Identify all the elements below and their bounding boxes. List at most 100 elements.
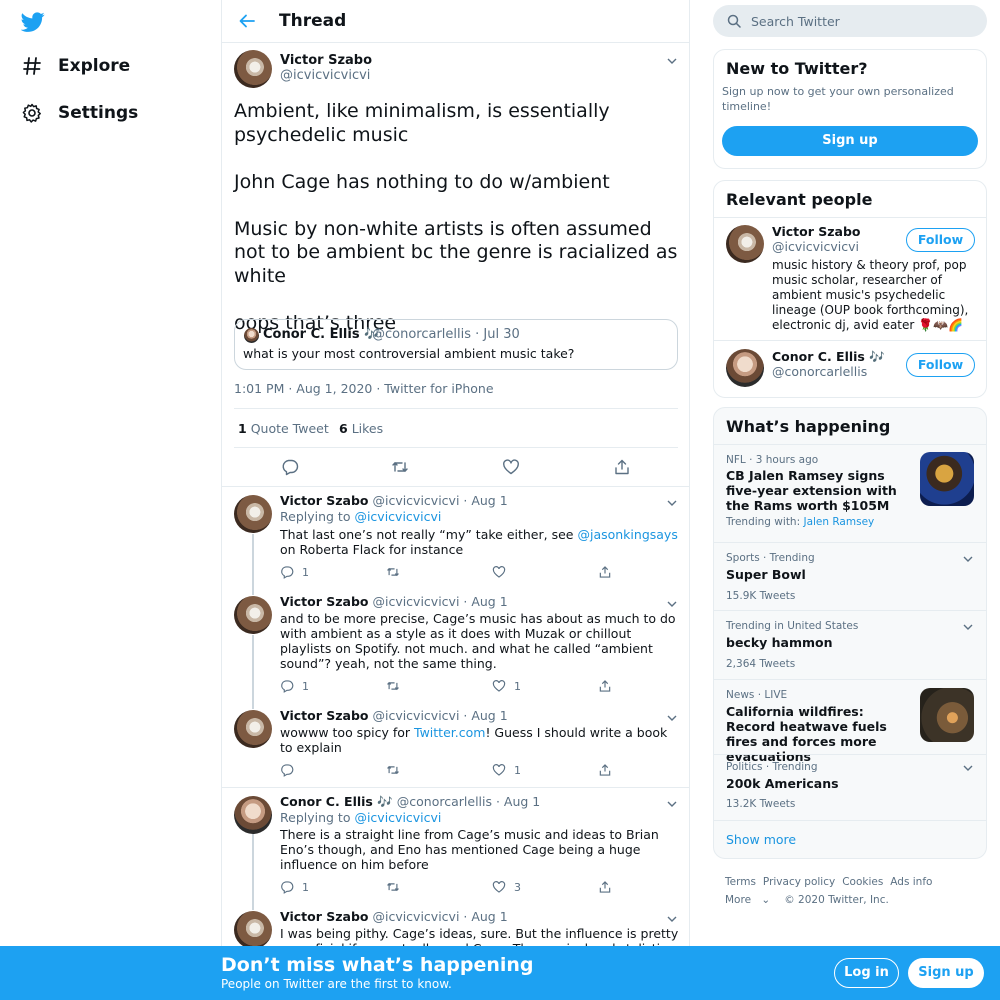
retweet-button[interactable] [386, 880, 408, 894]
retweet-icon[interactable] [391, 458, 409, 476]
share-icon [599, 680, 611, 692]
arrow-left-icon[interactable] [238, 12, 256, 30]
avatar[interactable] [726, 349, 764, 387]
share-button[interactable] [598, 880, 620, 894]
trend-item[interactable]: News · LIVE California wildfires: Record… [714, 680, 986, 764]
reply-meta: @conorcarlellis · Aug 1 [396, 794, 541, 809]
trend-item[interactable]: Politics · Trending 200k Americans 13.2K… [714, 755, 986, 820]
person-handle[interactable]: @icvicvicvicvi [772, 239, 859, 254]
avatar[interactable] [234, 911, 272, 949]
quoted-tweet-card[interactable]: Conor C. Ellis 🎶 @conorcarlellis · Jul 3… [234, 319, 678, 370]
reply-actions: 1 [280, 763, 620, 781]
footer-link-privacy[interactable]: Privacy policy [763, 876, 835, 888]
author-name[interactable]: Victor Szabo [280, 909, 368, 924]
avatar[interactable] [234, 596, 272, 634]
likes-count[interactable]: 6 Likes [339, 421, 383, 436]
person-name[interactable]: Conor C. Ellis 🎶 [772, 349, 885, 365]
footer-link-cookies[interactable]: Cookies [842, 876, 883, 888]
chevron-down-icon[interactable] [666, 913, 678, 925]
trending-link[interactable]: Jalen Ramsey [803, 516, 874, 528]
reply-tweet[interactable]: Victor Szabo @icvicvicvicvi · Aug 1 and … [222, 588, 690, 702]
like-button[interactable]: 1 [492, 763, 521, 777]
follow-button[interactable]: Follow [906, 228, 975, 252]
retweet-button[interactable] [386, 679, 408, 693]
footer-link-ads-info[interactable]: Ads info [890, 876, 932, 888]
tweet-timestamp[interactable]: 1:01 PM · Aug 1, 2020 · Twitter for iPho… [234, 381, 494, 396]
person-name[interactable]: Victor Szabo [772, 224, 860, 239]
share-icon[interactable] [613, 458, 631, 476]
chevron-down-icon[interactable] [962, 762, 974, 774]
quote-tweet-count[interactable]: 1 Quote Tweet [238, 421, 329, 436]
avatar[interactable] [726, 225, 764, 263]
like-button[interactable] [492, 565, 514, 579]
trend-item[interactable]: Trending in United States becky hammon 2… [714, 611, 986, 679]
search-input[interactable] [751, 11, 971, 31]
reply-text-part: on Roberta Flack for instance [280, 542, 464, 557]
avatar[interactable] [234, 50, 272, 88]
author-handle[interactable]: @icvicvicvicvi [280, 68, 370, 83]
bottom-bar-title: Don’t miss what’s happening [221, 954, 534, 976]
avatar[interactable] [234, 495, 272, 533]
author-name[interactable]: Victor Szabo [280, 594, 368, 609]
person-card[interactable]: Conor C. Ellis 🎶 @conorcarlellis Follow [714, 341, 986, 398]
chevron-down-icon[interactable] [666, 798, 678, 810]
reply-tweet[interactable]: Conor C. Ellis 🎶 @conorcarlellis · Aug 1… [222, 788, 690, 903]
share-button[interactable] [598, 679, 620, 693]
heart-icon [492, 680, 506, 692]
author-name[interactable]: Victor Szabo [280, 493, 368, 508]
retweet-button[interactable] [386, 565, 408, 579]
avatar[interactable] [234, 796, 272, 834]
author-name[interactable]: Conor C. Ellis 🎶 [280, 794, 393, 809]
like-count: 1 [514, 763, 521, 777]
footer-more-button[interactable]: More ⌄ [725, 894, 777, 906]
heart-icon[interactable] [502, 458, 520, 476]
thread-header: Thread [222, 0, 690, 43]
trend-tweet-count: 15.9K Tweets [726, 590, 796, 602]
footer-link-terms[interactable]: Terms [725, 876, 756, 888]
author-name[interactable]: Victor Szabo [280, 53, 372, 68]
reply-button[interactable]: 1 [280, 679, 309, 693]
mention-link[interactable]: @jasonkingsays [577, 527, 677, 542]
nav-item-settings[interactable]: Settings [22, 101, 138, 125]
chevron-down-icon[interactable] [962, 553, 974, 565]
reply-tweet[interactable]: Victor Szabo @icvicvicvicvi · Aug 1 Repl… [222, 487, 690, 587]
like-button[interactable]: 1 [492, 679, 521, 693]
signup-button[interactable]: Sign up [722, 126, 978, 156]
live-badge: LIVE [764, 689, 788, 701]
share-button[interactable] [598, 565, 620, 579]
chevron-down-icon[interactable] [666, 712, 678, 724]
whats-happening-title: What’s happening [726, 417, 891, 436]
mention-link[interactable]: @icvicvicvicvi [354, 810, 441, 825]
like-button[interactable]: 3 [492, 880, 521, 894]
trend-item[interactable]: NFL · 3 hours ago CB Jalen Ramsey signs … [714, 445, 986, 542]
person-card[interactable]: Victor Szabo @icvicvicvicvi Follow music… [714, 218, 986, 340]
reply-button[interactable]: 1 [280, 880, 309, 894]
chevron-down-icon[interactable] [666, 598, 678, 610]
follow-button[interactable]: Follow [906, 353, 975, 377]
reply-text-part: That last one’s not really “my” take eit… [280, 527, 578, 542]
chevron-down-icon[interactable] [666, 497, 678, 509]
mention-link[interactable]: @icvicvicvicvi [354, 509, 441, 524]
replying-to: Replying to @icvicvicvicvi [280, 509, 441, 524]
person-handle[interactable]: @conorcarlellis [772, 364, 867, 379]
reply-tweet[interactable]: Victor Szabo @icvicvicvicvi · Aug 1 woww… [222, 702, 690, 786]
signup-button[interactable]: Sign up [908, 958, 984, 988]
chevron-down-icon[interactable] [666, 55, 678, 67]
twitter-bird-icon[interactable] [21, 10, 45, 34]
nav-item-explore[interactable]: Explore [22, 54, 130, 78]
text-link[interactable]: Twitter.com [414, 725, 485, 740]
chevron-down-icon[interactable] [962, 621, 974, 633]
avatar[interactable] [234, 710, 272, 748]
share-button[interactable] [598, 763, 620, 777]
reply-icon[interactable] [281, 458, 299, 476]
reply-meta: @icvicvicvicvi · Aug 1 [372, 493, 508, 508]
search-box[interactable] [713, 5, 987, 37]
reply-meta: @icvicvicvicvi · Aug 1 [372, 708, 508, 723]
retweet-button[interactable] [386, 763, 408, 777]
show-more-link[interactable]: Show more [726, 832, 796, 847]
reply-button[interactable]: 1 [280, 565, 309, 579]
trend-item[interactable]: Sports · Trending Super Bowl 15.9K Tweet… [714, 543, 986, 610]
author-name[interactable]: Victor Szabo [280, 708, 368, 723]
reply-button[interactable] [280, 763, 302, 777]
login-button[interactable]: Log in [834, 958, 899, 988]
